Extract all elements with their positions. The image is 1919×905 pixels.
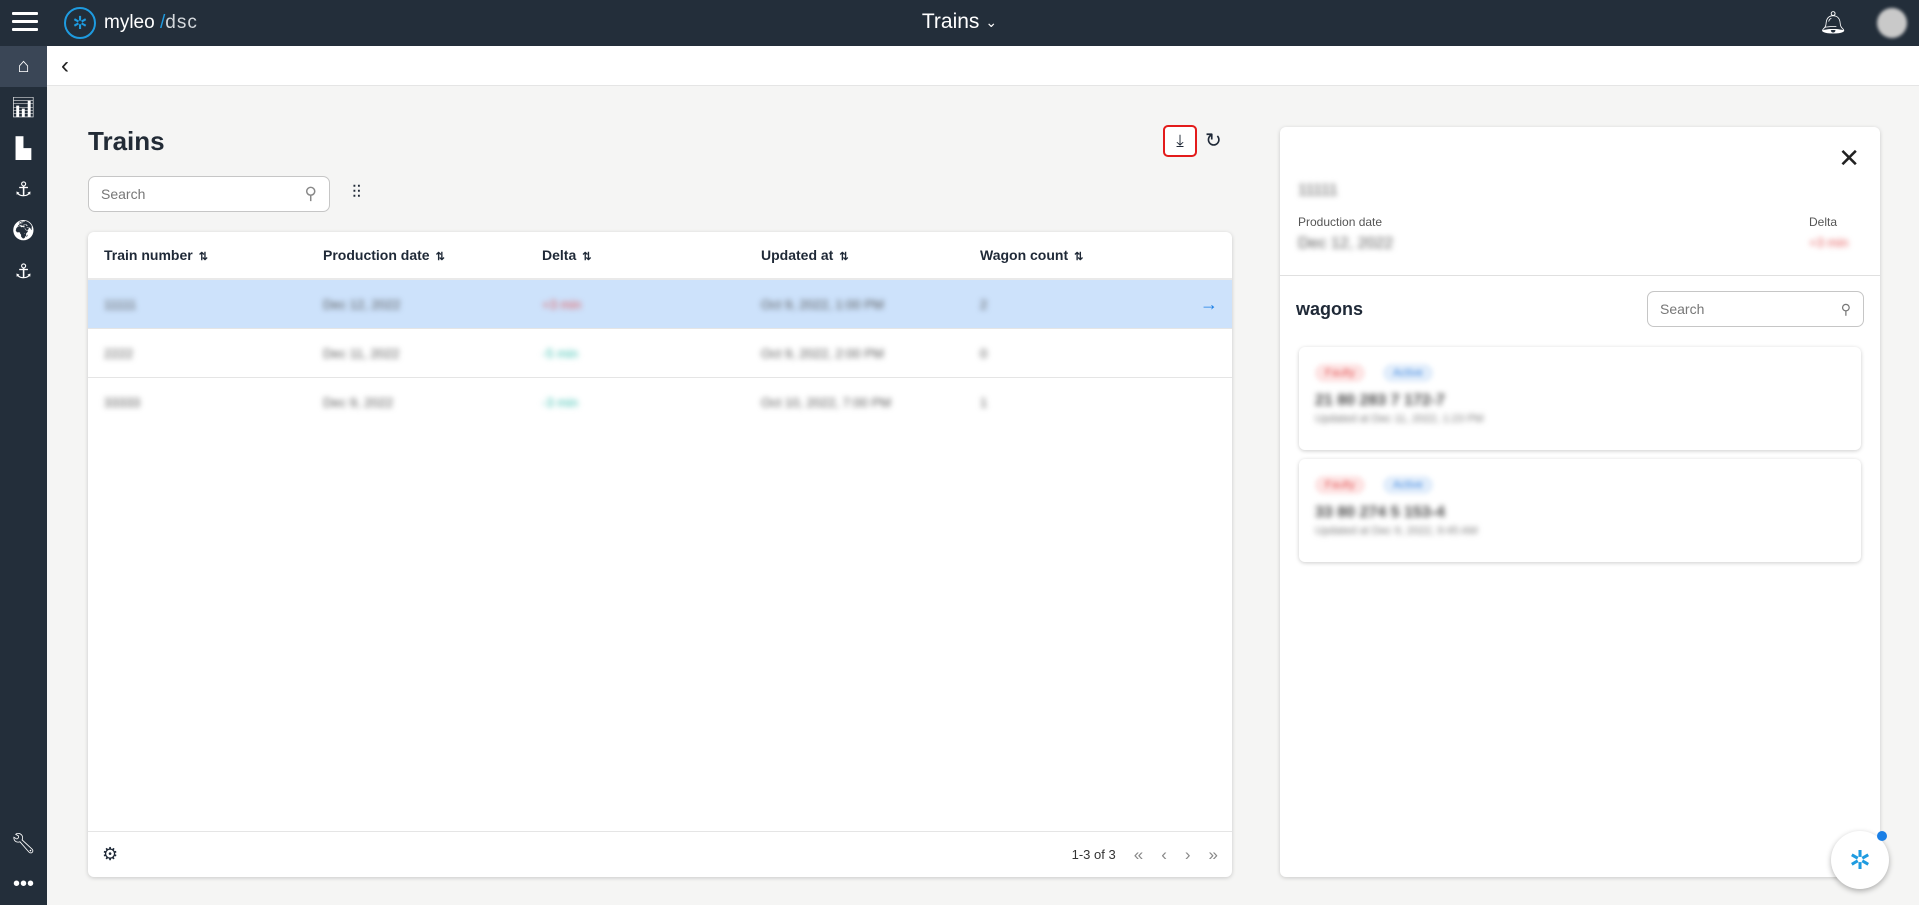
assistant-button[interactable]: ✲ <box>1831 831 1889 889</box>
wrench-icon[interactable]: 🔧︎ <box>0 823 47 864</box>
anchor-icon[interactable]: ⚓︎ <box>0 169 47 210</box>
refresh-icon[interactable]: ↻ <box>1205 128 1222 153</box>
wagon-card[interactable]: Faulty Active 33 80 274 5 153-4 Updated a… <box>1299 459 1861 562</box>
train-number: 11111 <box>1298 182 1338 200</box>
anchor-icon-2[interactable]: ⚓︎ <box>0 251 47 292</box>
col-production-date[interactable]: Production date⇅ <box>307 247 526 263</box>
search-placeholder: Search <box>1660 301 1841 317</box>
arrow-right-icon[interactable]: → <box>1200 294 1218 315</box>
table-header: Train number⇅ Production date⇅ Delta⇅ Up… <box>88 232 1232 280</box>
assistant-icon: ✲ <box>1849 845 1871 876</box>
cell: Oct 9, 2022, 2:00 PM <box>745 346 964 361</box>
context-selector[interactable]: Trains ⌄ <box>922 10 997 34</box>
production-date-label: Production date <box>1298 215 1382 229</box>
close-icon[interactable]: ✕ <box>1838 143 1860 174</box>
wagon-updated: Updated at Dec 11, 2022, 1:23 PM <box>1315 413 1845 425</box>
divider <box>1280 275 1880 276</box>
col-train-number[interactable]: Train number⇅ <box>88 247 307 263</box>
more-icon[interactable]: ••• <box>0 864 47 905</box>
cell: Dec 12, 2022 <box>307 297 526 312</box>
trains-table: Train number⇅ Production date⇅ Delta⇅ Up… <box>88 232 1232 877</box>
logo-icon: ✲ <box>64 7 96 39</box>
cell: -3 min <box>526 395 745 410</box>
wagon-search-input[interactable]: Search⚲ <box>1647 291 1864 327</box>
cell: 1 <box>964 395 1183 410</box>
sub-bar: ‹ <box>47 46 1919 86</box>
cell: +3 min <box>526 297 745 312</box>
brand-name: myleo <box>104 12 155 33</box>
sort-icon: ⇅ <box>582 251 591 263</box>
page-title: Trains <box>88 126 165 157</box>
notification-dot <box>1877 831 1887 841</box>
table-row[interactable]: 33333 Dec 9, 2022 -3 min Oct 10, 2022, 7… <box>88 378 1232 427</box>
filter-icon[interactable]: ⫶⫶ <box>352 182 361 203</box>
cell: 2222 <box>88 346 307 361</box>
col-wagon-count[interactable]: Wagon count⇅ <box>964 247 1183 263</box>
prev-page-icon[interactable]: ‹ <box>1161 845 1167 865</box>
sidebar: ⌂ 📊︎ ▙ ⚓︎ 🌍︎ ⚓︎ 🔧︎ ••• <box>0 46 47 905</box>
dashboard-icon[interactable]: ▙ <box>0 128 47 169</box>
cell: Oct 10, 2022, 7:00 PM <box>745 395 964 410</box>
wagons-title: wagons <box>1296 299 1363 320</box>
delta-value: +3 min <box>1809 235 1848 250</box>
tag-badge: Active <box>1383 476 1433 494</box>
cell: 0 <box>964 346 1183 361</box>
wagon-card[interactable]: Faulty Active 21 80 283 7 172-7 Updated a… <box>1299 347 1861 450</box>
delta-label: Delta <box>1809 215 1837 229</box>
cell: 11111 <box>88 297 307 312</box>
download-icon: ⤓ <box>1176 131 1184 151</box>
top-bar: ✲ myleo /dsc Trains ⌄ 🔔︎ <box>0 0 1919 46</box>
status-badge: Faulty <box>1315 364 1365 382</box>
logo[interactable]: ✲ myleo /dsc <box>64 7 198 39</box>
table-row[interactable]: 11111 Dec 12, 2022 +3 min Oct 9, 2022, 1… <box>88 280 1232 329</box>
sort-icon: ⇅ <box>199 251 208 263</box>
analytics-icon[interactable]: 📊︎ <box>0 87 47 128</box>
first-page-icon[interactable]: « <box>1134 845 1143 865</box>
avatar[interactable] <box>1877 8 1907 38</box>
download-button[interactable]: ⤓ <box>1163 125 1197 157</box>
cell: Dec 11, 2022 <box>307 346 526 361</box>
back-icon[interactable]: ‹ <box>61 52 69 80</box>
production-date-value: Dec 12, 2022 <box>1298 235 1393 253</box>
table-footer: ⚙ 1-3 of 3 « ‹ › » <box>88 831 1232 877</box>
wagon-updated: Updated at Dec 9, 2022, 9:45 AM <box>1315 525 1845 537</box>
tag-badge: Active <box>1383 364 1433 382</box>
menu-icon[interactable] <box>12 12 38 32</box>
col-delta[interactable]: Delta⇅ <box>526 247 745 263</box>
sort-icon: ⇅ <box>436 251 445 263</box>
next-page-icon[interactable]: › <box>1185 845 1191 865</box>
context-title: Trains <box>922 10 980 34</box>
cell: -5 min <box>526 346 745 361</box>
bell-icon[interactable]: 🔔︎ <box>1819 10 1847 36</box>
status-badge: Faulty <box>1315 476 1365 494</box>
cell: 2 <box>964 297 1183 312</box>
col-updated-at[interactable]: Updated at⇅ <box>745 247 964 263</box>
cell: Oct 9, 2022, 1:00 PM <box>745 297 964 312</box>
home-icon[interactable]: ⌂ <box>0 46 47 87</box>
settings-icon[interactable]: ⚙ <box>102 844 118 865</box>
table-row[interactable]: 2222 Dec 11, 2022 -5 min Oct 9, 2022, 2:… <box>88 329 1232 378</box>
wagon-number: 21 80 283 7 172-7 <box>1315 392 1845 410</box>
last-page-icon[interactable]: » <box>1209 845 1218 865</box>
search-input[interactable]: Search⚲ <box>88 176 330 212</box>
search-icon: ⚲ <box>1841 301 1851 318</box>
sort-icon: ⇅ <box>1074 251 1083 263</box>
cell: 33333 <box>88 395 307 410</box>
train-detail-panel: ✕ 11111 Production date Dec 12, 2022 Del… <box>1280 127 1880 877</box>
pagination-label: 1-3 of 3 <box>1072 847 1116 862</box>
search-icon: ⚲ <box>305 184 317 204</box>
brand-sub: dsc <box>165 12 198 33</box>
chevron-down-icon: ⌄ <box>985 14 997 31</box>
sort-icon: ⇅ <box>839 251 848 263</box>
search-placeholder: Search <box>101 186 305 202</box>
globe-icon[interactable]: 🌍︎ <box>0 210 47 251</box>
cell: Dec 9, 2022 <box>307 395 526 410</box>
wagon-number: 33 80 274 5 153-4 <box>1315 504 1845 522</box>
